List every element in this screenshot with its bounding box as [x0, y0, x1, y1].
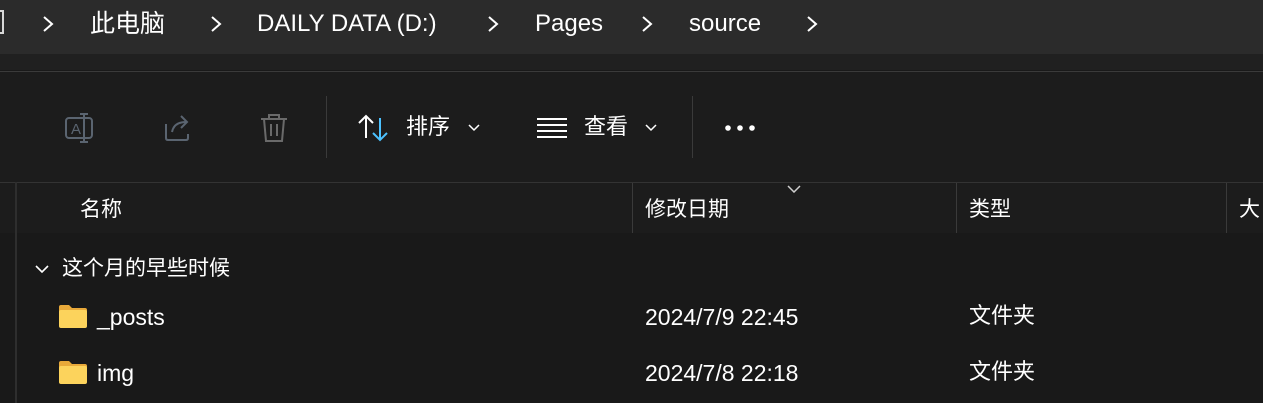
- more-icon[interactable]: [722, 110, 758, 146]
- breadcrumb-pages[interactable]: Pages: [535, 0, 603, 48]
- sort-button[interactable]: 排序: [406, 112, 450, 144]
- chevron-right-icon[interactable]: [641, 15, 653, 33]
- address-bar[interactable]: 此电脑 DAILY DATA (D:) Pages source: [0, 0, 1263, 54]
- share-icon[interactable]: [160, 110, 196, 146]
- sort-icon[interactable]: [356, 110, 392, 146]
- chevron-down-icon[interactable]: [645, 124, 657, 132]
- toolbar-separator: [326, 96, 327, 158]
- sort-descending-icon: [787, 185, 801, 193]
- breadcrumb-this-pc[interactable]: 此电脑: [90, 0, 165, 48]
- file-row[interactable]: _posts 2024/7/9 22:45 文件夹: [0, 290, 1263, 344]
- file-modified: 2024/7/9 22:45: [645, 304, 799, 330]
- view-icon[interactable]: [534, 110, 570, 146]
- folder-icon: [59, 305, 87, 328]
- chevron-right-icon[interactable]: [806, 15, 818, 33]
- chevron-down-icon[interactable]: [468, 124, 480, 132]
- column-header-name[interactable]: 名称: [68, 183, 122, 233]
- svg-text:A: A: [71, 121, 81, 138]
- group-label: 这个月的早些时候: [62, 256, 230, 280]
- command-bar: A 排序 查看: [0, 71, 1263, 182]
- chevron-right-icon[interactable]: [210, 15, 222, 33]
- toolbar-separator: [692, 96, 693, 158]
- file-type: 文件夹: [969, 360, 1036, 385]
- column-header-row: 名称 修改日期 类型 大: [0, 182, 1263, 233]
- folder-icon: [59, 361, 87, 384]
- back-edge-icon: [0, 10, 4, 34]
- chevron-down-icon[interactable]: [34, 264, 50, 274]
- address-toolbar-gap: [0, 54, 1263, 70]
- file-type: 文件夹: [969, 304, 1036, 329]
- column-header-size[interactable]: 大: [1227, 183, 1260, 233]
- column-header-modified[interactable]: 修改日期: [633, 183, 729, 233]
- group-header[interactable]: 这个月的早些时候: [34, 248, 230, 288]
- file-modified: 2024/7/8 22:18: [645, 360, 799, 386]
- rename-icon[interactable]: A: [62, 110, 98, 146]
- view-button[interactable]: 查看: [584, 112, 628, 144]
- delete-icon[interactable]: [256, 110, 292, 146]
- file-name: img: [97, 360, 135, 386]
- chevron-right-icon[interactable]: [487, 15, 499, 33]
- column-header-type[interactable]: 类型: [957, 183, 1011, 233]
- breadcrumb-source[interactable]: source: [689, 0, 761, 48]
- chevron-right-icon[interactable]: [42, 15, 54, 33]
- breadcrumb-drive-d[interactable]: DAILY DATA (D:): [257, 0, 437, 48]
- file-name: _posts: [97, 304, 165, 330]
- file-row[interactable]: img 2024/7/8 22:18 文件夹: [0, 346, 1263, 400]
